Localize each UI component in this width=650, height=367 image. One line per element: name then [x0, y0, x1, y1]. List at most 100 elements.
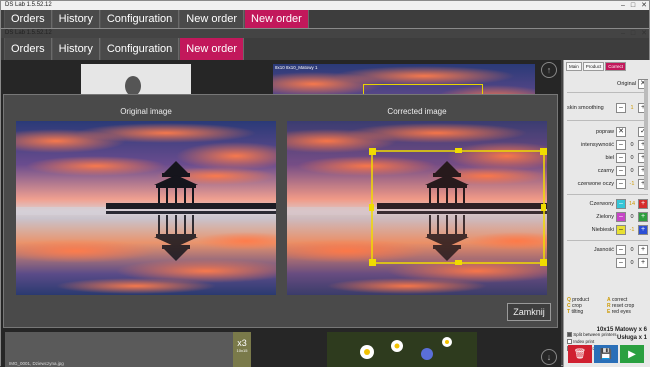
app-window-back: DS Lab 1.5.52.12 – □ ✕ Orders History Co… [0, 0, 650, 28]
tab-main[interactable]: Main [566, 62, 582, 71]
scroll-up-icon[interactable]: ↑ [541, 62, 557, 78]
white-value: 0 [630, 154, 634, 161]
minus-button[interactable]: – [616, 244, 626, 255]
white-row: biel – 0 + [564, 151, 650, 164]
photo-thumbnail[interactable] [327, 332, 477, 367]
trash-icon: 🗑 [573, 348, 587, 360]
popraw-label: popraw [595, 128, 614, 135]
minus-button[interactable]: – [616, 211, 626, 222]
summary-line: Usługa x 1 [616, 335, 647, 341]
quantity-value: x3 [237, 338, 247, 348]
minus-button[interactable]: – [616, 139, 626, 150]
tab-new-order-active[interactable]: New order [244, 10, 309, 28]
panel-scrollbar[interactable] [644, 80, 648, 190]
tab-history[interactable]: History [51, 38, 100, 60]
summary-line: 10x15 Matowy x 6 [596, 327, 647, 333]
red-eyes-label: czerwone oczy [577, 180, 614, 187]
thumb-caption: 8x10 8x10_Matowy 1 [275, 65, 318, 70]
tab-correct[interactable]: Correct [605, 62, 627, 71]
black-row: czarny – 0 + [564, 164, 650, 177]
main-tabs: Orders History Configuration New order N… [1, 10, 649, 28]
compare-dialog: Original image Corrected image Zamknij [3, 94, 558, 328]
plus-button[interactable]: + [638, 211, 648, 222]
brightness-row: Jasność – 0 + [564, 243, 650, 256]
contrast-row: – 0 + [564, 256, 650, 269]
photo-thumbnail[interactable]: IMG_0001, Dziewczyna.jpg x3 10x15 [5, 332, 251, 367]
minus-button[interactable]: – [616, 178, 626, 189]
title-bar: DS Lab 1.5.52.12 – □ ✕ [1, 1, 649, 10]
close-icon[interactable]: ✕ [616, 126, 626, 137]
green-value: 0 [630, 213, 634, 220]
brightness-value: 0 [630, 246, 634, 253]
tab-new-order[interactable]: New order [179, 10, 245, 28]
tab-new-order[interactable]: New order [179, 38, 245, 60]
intensity-value: 0 [630, 141, 634, 148]
blue-label: Niebieski [591, 226, 614, 233]
close-icon[interactable]: ✕ [641, 1, 647, 10]
window-title: DS Lab 1.5.52.12 [5, 2, 52, 8]
contrast-value: 0 [630, 259, 634, 266]
minimize-icon[interactable]: – [621, 29, 625, 38]
window-controls: – □ ✕ [621, 29, 647, 38]
intensity-label: intensywność [580, 141, 614, 148]
save-button[interactable]: 💾 [594, 345, 618, 363]
plus-button[interactable]: + [638, 244, 648, 255]
save-icon: 💾 [599, 348, 613, 360]
plus-button[interactable]: + [638, 257, 648, 268]
tab-orders[interactable]: Orders [4, 38, 52, 60]
scroll-down-icon[interactable]: ↓ [541, 349, 557, 365]
black-value: 0 [630, 167, 634, 174]
shortcut-row: T tilting E red eyes [567, 309, 631, 315]
plus-button[interactable]: + [638, 224, 648, 235]
red-value: 14 [628, 200, 636, 207]
main-tabs: Orders History Configuration New order [1, 38, 649, 60]
minus-button[interactable]: – [616, 165, 626, 176]
corrected-image[interactable] [287, 121, 547, 295]
shortcut-legend: Q product A correct C crop R reset crop … [567, 297, 649, 315]
popraw-row: popraw ✕ ✓ [564, 125, 650, 138]
maximize-icon[interactable]: □ [631, 1, 635, 10]
minimize-icon[interactable]: – [621, 1, 625, 10]
original-row: Original ✕ [564, 77, 650, 90]
order-summary: 10x15 Matowy x 6 Usługa x 1 [563, 326, 650, 342]
green-row: Zielony – 0 + [564, 210, 650, 223]
minus-button[interactable]: – [616, 102, 626, 113]
minus-button[interactable]: – [616, 198, 626, 209]
original-image [16, 121, 276, 295]
close-icon[interactable]: ✕ [641, 29, 647, 38]
corrected-title: Corrected image [387, 107, 447, 116]
panel-tabs: Main Product Correct [564, 60, 650, 73]
red-eyes-row: czerwone oczy – -1 + [564, 177, 650, 190]
brightness-label: Jasność [593, 246, 614, 253]
tab-orders[interactable]: Orders [4, 10, 52, 28]
tab-configuration[interactable]: Configuration [99, 10, 180, 28]
plus-button[interactable]: + [638, 198, 648, 209]
tab-configuration[interactable]: Configuration [99, 38, 180, 60]
close-button[interactable]: Zamknij [507, 303, 551, 321]
minus-button[interactable]: – [616, 257, 626, 268]
quantity-size: 10x15 [236, 348, 248, 353]
window-controls: – □ ✕ [621, 1, 647, 10]
delete-button[interactable]: 🗑 [568, 345, 592, 363]
skin-smoothing-row: skin smoothing – 1 + [564, 101, 650, 114]
tab-history[interactable]: History [51, 10, 100, 28]
red-label: Czerwony [589, 200, 614, 207]
skin-smoothing-value: 1 [630, 104, 634, 111]
play-icon: ▶ [628, 348, 636, 360]
black-label: czarny [597, 167, 614, 174]
thumb-caption: IMG_0001, Dziewczyna.jpg [9, 361, 64, 366]
window-title: DS Lab 1.5.52.12 [5, 30, 52, 36]
blue-row: Niebieski – -1 + [564, 223, 650, 236]
intensity-row: intensywność – 0 + [564, 138, 650, 151]
white-label: biel [605, 154, 614, 161]
maximize-icon[interactable]: □ [631, 29, 635, 38]
next-button[interactable]: ▶ [620, 345, 644, 363]
correction-panel: Main Product Correct Original ✕ skin smo… [563, 60, 650, 367]
original-label: Original [617, 80, 636, 87]
tab-product[interactable]: Product [582, 62, 605, 71]
minus-button[interactable]: – [616, 152, 626, 163]
original-title: Original image [120, 107, 172, 116]
quantity-badge: x3 10x15 [233, 332, 251, 367]
minus-button[interactable]: – [616, 224, 626, 235]
red-eyes-value: -1 [629, 180, 635, 187]
